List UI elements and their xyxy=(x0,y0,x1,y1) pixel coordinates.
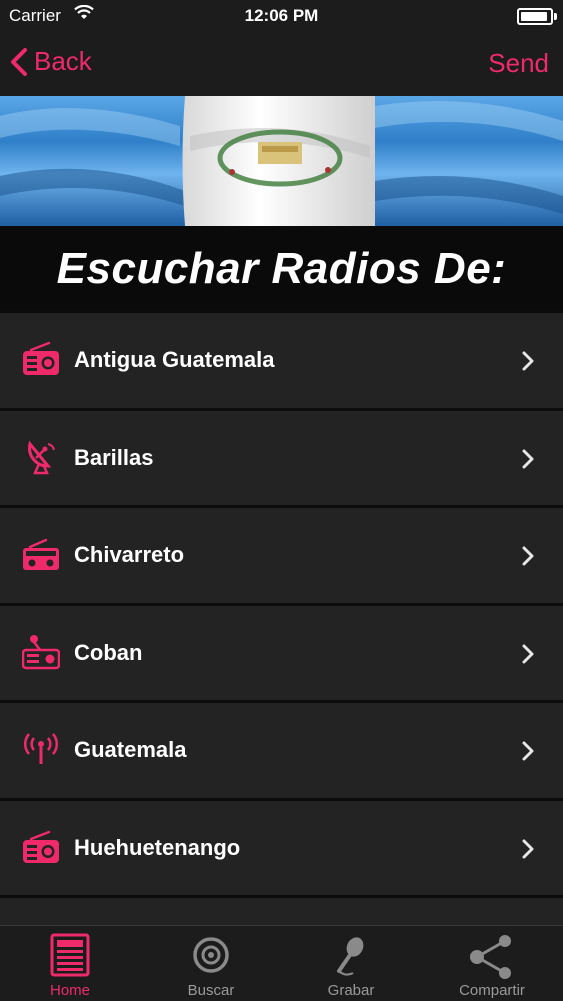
list-item-antigua-guatemala[interactable]: Antigua Guatemala xyxy=(0,310,563,408)
tab-buscar[interactable]: Buscar xyxy=(141,926,281,1001)
send-button[interactable]: Send xyxy=(488,48,549,79)
chevron-right-icon xyxy=(522,741,534,761)
back-button[interactable]: Back xyxy=(10,46,92,77)
tab-label: Grabar xyxy=(327,982,375,999)
city-list: Antigua Guatemala Barillas Chivarreto Co… xyxy=(0,310,563,935)
list-item-label: Antigua Guatemala xyxy=(74,347,275,372)
list-item-label: Chivarreto xyxy=(74,542,185,567)
list-item-coban[interactable]: Coban xyxy=(0,602,563,700)
broadcast-tower-icon xyxy=(24,733,58,764)
status-time: 12:06 PM xyxy=(244,6,319,25)
page-title: Escuchar Radios De: xyxy=(56,244,507,293)
list-item-label: Huehuetenango xyxy=(74,834,241,860)
list-item-huehuetenango[interactable]: Huehuetenango xyxy=(0,797,563,895)
list-item-barillas[interactable]: Barillas xyxy=(0,407,563,505)
tab-label: Buscar xyxy=(187,982,235,999)
tab-label: Compartir xyxy=(459,982,525,999)
chevron-right-icon xyxy=(522,644,534,663)
radio-icon xyxy=(23,538,59,570)
back-label: Back xyxy=(34,46,92,76)
chevron-right-icon xyxy=(522,546,534,566)
satellite-dish-icon xyxy=(28,440,55,474)
radio-icon xyxy=(23,341,59,375)
section-heading: Escuchar Radios De: xyxy=(0,226,563,310)
radio-antenna-icon xyxy=(22,634,60,669)
microphone-icon xyxy=(337,937,364,976)
list-item-label: Guatemala xyxy=(74,737,187,762)
chevron-right-icon xyxy=(522,449,534,468)
chevron-left-icon xyxy=(11,47,27,76)
search-target-icon xyxy=(193,937,229,973)
share-icon xyxy=(470,935,511,979)
navigation-bar: Back Send xyxy=(0,32,563,96)
guatemala-flag-banner xyxy=(0,96,563,226)
home-icon xyxy=(50,933,90,977)
list-item-label: Coban xyxy=(74,639,143,665)
list-item-chivarreto[interactable]: Chivarreto xyxy=(0,505,563,603)
list-item-guatemala[interactable]: Guatemala xyxy=(0,700,563,798)
tab-grabar[interactable]: Grabar xyxy=(281,926,421,1001)
chevron-right-icon xyxy=(522,839,534,858)
tab-home[interactable]: Home xyxy=(0,926,140,1001)
radio-icon xyxy=(23,830,59,863)
status-bar: Carrier 12:06 PM xyxy=(0,0,563,32)
battery-icon xyxy=(517,8,557,25)
tab-label: Home xyxy=(49,982,90,999)
tab-compartir[interactable]: Compartir xyxy=(422,926,562,1001)
list-item-label: Barillas xyxy=(74,444,154,470)
chevron-right-icon xyxy=(522,351,534,371)
guatemala-flag-image xyxy=(0,96,563,226)
tab-bar: Home Buscar Grabar Compartir xyxy=(0,925,563,1001)
